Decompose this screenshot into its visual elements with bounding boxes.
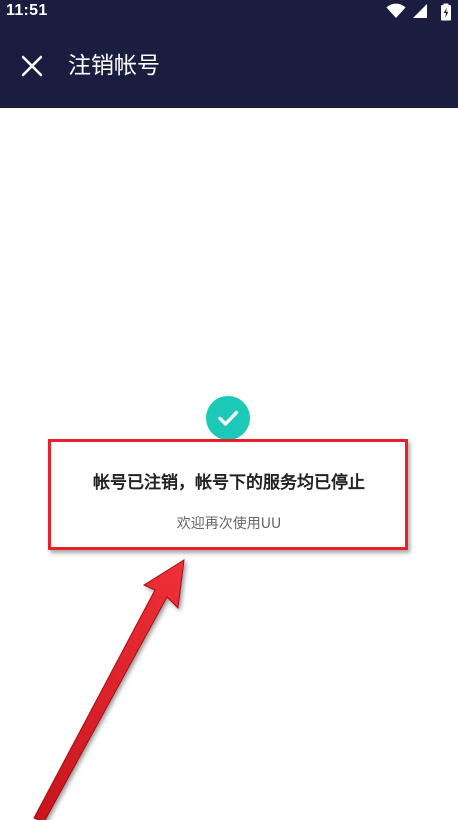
app-bar: 注销帐号 (0, 24, 458, 108)
page-title: 注销帐号 (68, 53, 160, 79)
result-subtitle: 欢迎再次使用UU (176, 516, 282, 532)
wifi-icon (386, 3, 406, 19)
result-title: 帐号已注销，帐号下的服务均已停止 (93, 473, 365, 493)
status-time: 11:51 (6, 2, 48, 19)
signal-icon (413, 4, 427, 18)
check-circle-icon (206, 396, 250, 440)
battery-icon (441, 3, 451, 21)
status-bar: 11:51 (0, 0, 458, 24)
close-button[interactable] (14, 48, 50, 84)
annotation-highlight-box (48, 439, 408, 550)
close-icon (21, 55, 43, 77)
